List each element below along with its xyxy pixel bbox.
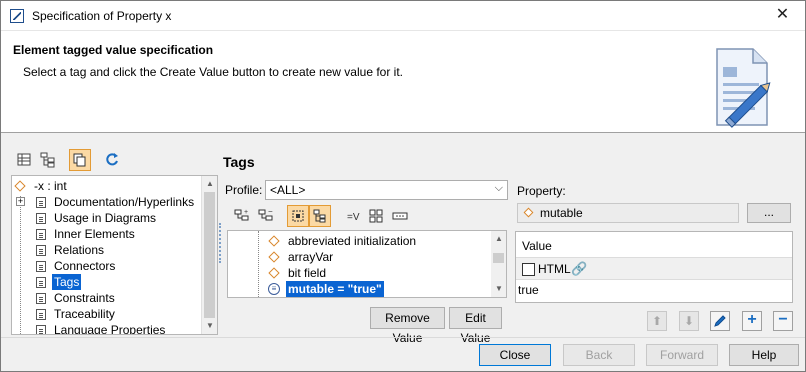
scroll-up-icon[interactable]: ▲ [202, 176, 217, 192]
close-button[interactable]: Close [479, 344, 551, 366]
add-icon[interactable]: + [742, 311, 762, 331]
page-icon [36, 261, 46, 272]
tag-list-scrollbar[interactable]: ▲ ▼ [491, 231, 506, 297]
copy-icon[interactable] [69, 149, 91, 171]
scroll-thumb[interactable] [204, 192, 215, 318]
profile-label: Profile: [225, 183, 263, 197]
page-icon [36, 309, 46, 320]
edit-value-button[interactable]: Edit Value [449, 307, 502, 345]
grid-icon[interactable] [365, 205, 387, 227]
remove-icon[interactable]: − [773, 311, 793, 331]
property-icon [14, 180, 26, 192]
scroll-thumb[interactable] [493, 253, 504, 263]
page-icon [36, 325, 46, 334]
scroll-down-icon[interactable]: ▼ [491, 281, 506, 297]
tags-title: Tags [223, 154, 255, 170]
edit-pencil-icon[interactable] [710, 311, 730, 331]
browse-button[interactable]: ... [747, 203, 791, 223]
help-button[interactable]: Help [729, 344, 799, 366]
page-icon [36, 229, 46, 240]
ellipsis-box-icon[interactable] [389, 205, 411, 227]
equals-value-icon[interactable]: =V [343, 205, 365, 227]
page-icon [36, 293, 46, 304]
property-icon [523, 207, 534, 218]
tree-scrollbar[interactable]: ▲ ▼ [201, 176, 217, 334]
tree-view-icon[interactable] [37, 149, 59, 171]
page-icon [36, 245, 46, 256]
value-panel: Value HTML 🔗 true [515, 231, 793, 303]
profile-value: <ALL> [270, 183, 306, 197]
header-title: Element tagged value specification [13, 43, 214, 57]
property-label: Property: [517, 184, 566, 198]
profile-dropdown[interactable]: <ALL> ⌵ [265, 180, 508, 200]
value-header: Value [516, 232, 792, 258]
svg-text:=V: =V [347, 212, 360, 223]
tag-list: abbreviated initialization arrayVar bit … [227, 230, 507, 298]
tag-definition-icon [268, 235, 280, 247]
show-tree-icon[interactable] [309, 205, 331, 227]
back-button[interactable]: Back [563, 344, 635, 366]
document-pencil-icon [716, 48, 771, 128]
specification-dialog: Specification of Property x ✕ Element ta… [0, 0, 806, 372]
app-icon [10, 9, 24, 23]
tagged-value-icon: ≡ [268, 283, 280, 295]
remove-value-button[interactable]: Remove Value [370, 307, 445, 345]
title-bar: Specification of Property x ✕ [1, 1, 805, 31]
forward-button[interactable]: Forward [646, 344, 718, 366]
header-description: Select a tag and click the Create Value … [23, 65, 403, 79]
specification-tree: -x : int + Documentation/Hyperlinks Usag… [11, 175, 218, 335]
page-icon [36, 197, 46, 208]
html-checkbox[interactable] [522, 263, 535, 276]
svg-text:+: + [244, 209, 248, 216]
html-toggle-row: HTML 🔗 [516, 258, 792, 280]
tag-definition-icon [268, 267, 280, 279]
collapse-all-icon[interactable]: − [255, 205, 277, 227]
window-title: Specification of Property x [32, 9, 172, 23]
close-window-button[interactable]: ✕ [760, 1, 805, 30]
splitter[interactable] [219, 223, 221, 263]
refresh-icon[interactable] [101, 149, 123, 171]
property-value: mutable [540, 206, 583, 220]
move-down-icon[interactable]: ⬇ [679, 311, 699, 331]
scroll-down-icon[interactable]: ▼ [202, 318, 217, 334]
scroll-up-icon[interactable]: ▲ [491, 231, 506, 247]
move-up-icon[interactable]: ⬆ [647, 311, 667, 331]
svg-text:−: − [268, 207, 273, 216]
link-icon[interactable]: 🔗 [571, 261, 587, 277]
value-input[interactable]: true [518, 283, 539, 297]
html-label: HTML [538, 262, 571, 276]
tag-definition-icon [268, 251, 280, 263]
page-icon [36, 213, 46, 224]
property-field: mutable [517, 203, 739, 223]
page-icon [36, 277, 46, 288]
chevron-down-icon: ⌵ [494, 182, 503, 194]
show-applied-icon[interactable] [287, 205, 309, 227]
dialog-header: Element tagged value specification Selec… [1, 31, 805, 133]
table-view-icon[interactable] [13, 149, 35, 171]
expand-all-icon[interactable]: + [231, 205, 253, 227]
expand-icon[interactable]: + [16, 197, 25, 206]
